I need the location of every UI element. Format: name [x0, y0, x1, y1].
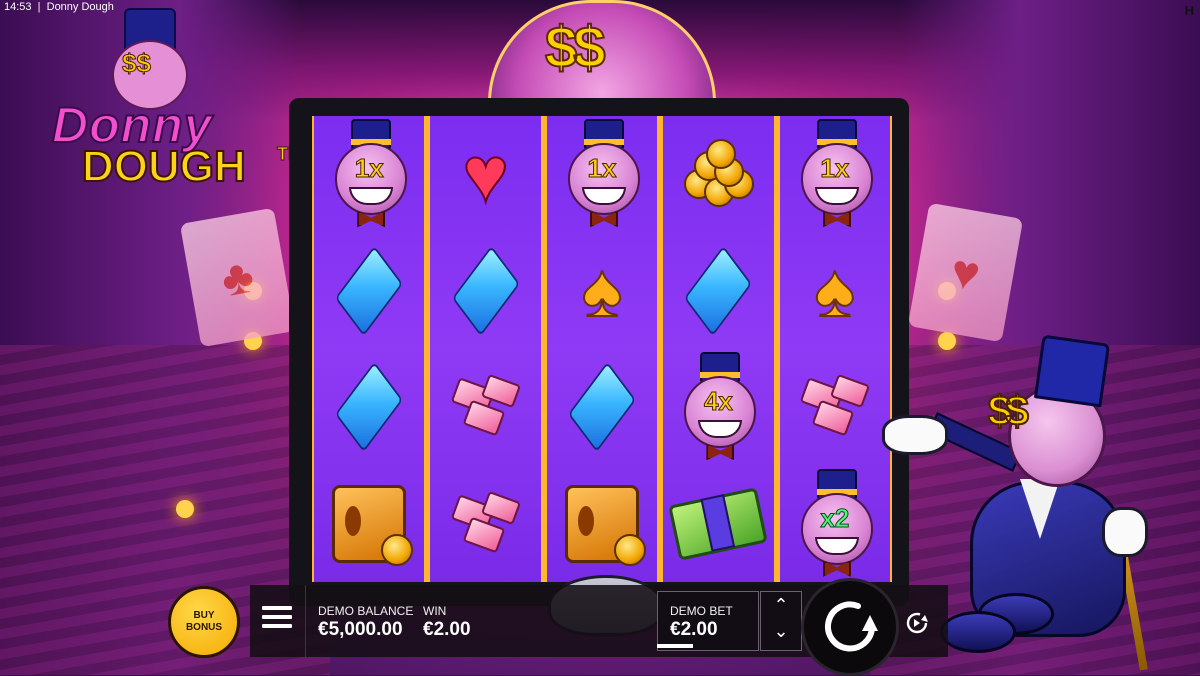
blue-diamond-icon — [684, 245, 753, 337]
reel-cell: 1x — [314, 116, 424, 233]
reel-cell — [430, 233, 540, 350]
reel-cell: 4x — [663, 349, 773, 466]
brand-corner-icon: H — [1184, 3, 1194, 18]
donny-multiplier-symbol: 1x — [556, 119, 648, 229]
donny-multiplier-symbol: 1x — [789, 119, 881, 229]
reel-cell — [663, 116, 773, 233]
blue-diamond-icon — [451, 245, 520, 337]
glove-icon — [1102, 507, 1148, 557]
blue-diamond-icon — [568, 361, 636, 453]
reel-cell — [547, 466, 657, 583]
reel-cell: 1x — [547, 116, 657, 233]
logo-title-line2: DOUGH — [81, 141, 247, 192]
spin-button[interactable] — [801, 578, 899, 676]
reel-cell — [314, 349, 424, 466]
reel-column: 1x ♠ x2 — [779, 116, 891, 583]
red-heart-icon: ♥ — [461, 130, 509, 219]
bet-increase-chevron-up-icon[interactable]: ⌃ — [761, 592, 801, 618]
win-value: €2.00 — [423, 619, 471, 640]
host-dollar-eyes: $$ — [987, 386, 1030, 435]
reel-cell: ♠ — [780, 233, 890, 350]
bet-decrease-chevron-down-icon[interactable]: ⌄ — [761, 618, 801, 644]
game-logo: $$ Donny DOUGH TM — [51, 4, 312, 204]
club-suit-icon: ♣ — [217, 249, 258, 308]
gold-spade-icon: ♠ — [814, 247, 856, 333]
multiplier-label: x2 — [820, 502, 850, 533]
stage-lamp — [176, 500, 194, 518]
reel-cell — [547, 349, 657, 466]
dollar-eyes: $$ — [122, 48, 152, 79]
top-hat-icon — [1033, 334, 1111, 408]
reel-cell — [430, 466, 540, 583]
reel-cell — [663, 466, 773, 583]
reel-cell: ♠ — [547, 233, 657, 350]
buy-bonus-button[interactable]: BUY BONUS — [168, 586, 240, 658]
money-safe-icon — [332, 484, 414, 566]
multiplier-label: 4x — [703, 386, 733, 417]
divider — [305, 585, 306, 657]
menu-hamburger-icon[interactable] — [262, 606, 292, 632]
money-safe-icon — [565, 484, 647, 566]
reel-cell: x2 — [780, 466, 890, 583]
gold-coins-icon — [680, 139, 756, 209]
reel-column: ♥ — [430, 116, 541, 583]
balance-label: DEMO BALANCE — [318, 604, 414, 618]
autoplay-button[interactable] — [900, 606, 934, 640]
reel-cell — [430, 349, 540, 466]
reel-column: 4x — [663, 116, 774, 583]
heart-suit-icon: ♥ — [946, 244, 984, 303]
bet-value: €2.00 — [670, 619, 718, 640]
buy-bonus-label: BUY BONUS — [185, 610, 223, 633]
reel-cell — [314, 233, 424, 350]
shoe-icon — [940, 611, 1016, 653]
balance-value: €5,000.00 — [318, 619, 403, 640]
reel-cell — [780, 349, 890, 466]
spin-arrow-icon — [825, 601, 878, 652]
pink-gems-icon — [793, 374, 877, 439]
reel-column: 1x — [314, 116, 425, 583]
multiplier-label: 1x — [587, 153, 617, 184]
reel-cell: 1x — [780, 116, 890, 233]
marquee-dollar-icon: $$ — [544, 14, 606, 81]
blue-diamond-icon — [335, 245, 404, 337]
gold-spade-icon: ♠ — [581, 247, 623, 333]
donny-multiplier-symbol: 4x — [672, 352, 764, 462]
reel-cell: ♥ — [430, 116, 540, 233]
donny-multiplier-symbol: 1x — [323, 119, 415, 229]
win-label: WIN — [423, 604, 447, 618]
multiplier-label: 1x — [820, 153, 850, 184]
reel-column: 1x ♠ — [546, 116, 658, 583]
pink-gems-icon — [444, 490, 528, 556]
pink-gems-icon — [444, 374, 528, 439]
donny-multiplier-symbol: x2 — [789, 468, 881, 579]
clock-time: 14:53 — [4, 1, 32, 13]
bet-label: DEMO BET — [670, 604, 733, 618]
reel-cell — [314, 466, 424, 583]
pointing-glove-icon — [882, 415, 948, 455]
bet-indicator — [657, 644, 693, 648]
blue-diamond-icon — [335, 361, 404, 453]
autoplay-icon — [906, 612, 928, 634]
reel-cell — [663, 233, 773, 350]
cash-stack-icon — [668, 487, 769, 561]
multiplier-label: 1x — [354, 153, 384, 184]
reel-grid: 1x ♥ 1x ♠ 4x 1x ♠ x2 — [312, 116, 892, 582]
bet-stepper[interactable]: ⌃ ⌄ — [760, 591, 802, 651]
